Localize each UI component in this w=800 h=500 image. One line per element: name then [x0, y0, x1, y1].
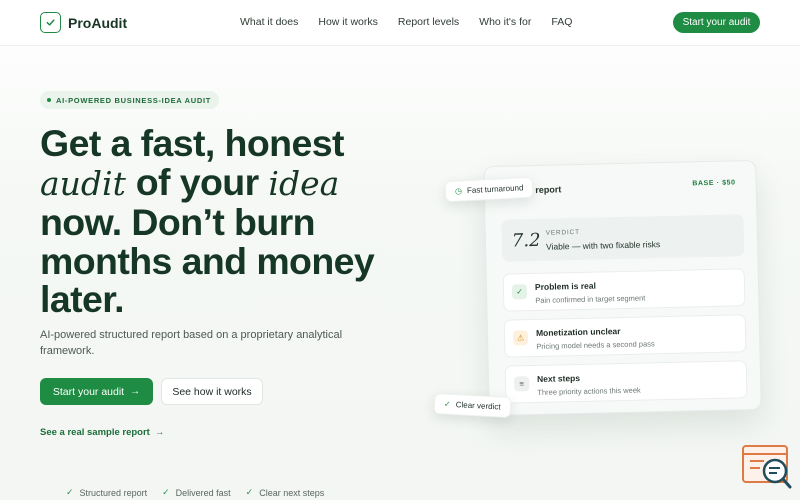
feature-list: ✓ Structured report ✓ Delivered fast ✓ Clea…: [66, 487, 339, 498]
main-nav: What it does How it works Report levels …: [240, 16, 592, 28]
clock-icon: ◷: [454, 186, 463, 196]
feature-item: ✓ Clear next steps: [246, 487, 325, 498]
check-icon: ✓: [245, 487, 254, 497]
headline-of-your: of your: [125, 160, 269, 203]
feature-item: ✓ Structured report: [66, 487, 147, 498]
verdict-text: Viable — with two fixable risks: [545, 239, 661, 252]
feature-label: Delivered fast: [175, 487, 231, 498]
hero-subtext: AI-powered structured report based on a …: [40, 329, 343, 357]
sample-report-link[interactable]: See a real sample report →: [40, 427, 164, 438]
hero-badge: AI-POWERED BUSINESS-IDEA AUDIT: [40, 91, 220, 109]
verdict-label: VERDICT: [545, 228, 580, 237]
see-how-it-works-button[interactable]: See how it works: [161, 378, 263, 405]
check-icon: ✓: [162, 487, 170, 497]
report-item-subtitle: Pain confirmed in target segment: [535, 293, 646, 305]
start-audit-button[interactable]: Start your audit →: [40, 378, 153, 405]
nav-how-it-works[interactable]: How it works: [318, 16, 378, 28]
header-start-audit-button[interactable]: Start your audit: [673, 12, 760, 33]
feature-item: ✓ Delivered fast: [162, 487, 231, 498]
report-item-monetization: ⚠ Monetization unclear Pricing model nee…: [503, 314, 747, 358]
brand-name: ProAudit: [68, 14, 128, 31]
start-audit-label: Start your audit: [52, 385, 125, 398]
report-item-problem: ✓ Problem is real Pain confirmed in targ…: [502, 268, 746, 312]
list-icon: ≡: [513, 376, 530, 392]
warning-icon: ⚠: [512, 330, 529, 346]
nav-what-it-does[interactable]: What it does: [240, 16, 298, 28]
report-item-subtitle: Three priority actions this week: [537, 385, 641, 397]
headline-line-5: later.: [40, 278, 125, 320]
arrow-right-icon: →: [130, 386, 141, 397]
feature-label: Clear next steps: [259, 487, 325, 498]
nav-report-levels[interactable]: Report levels: [398, 16, 459, 28]
headline-line-3: now. Don’t burn: [40, 201, 316, 243]
report-price-tag: BASE · $50: [692, 179, 736, 188]
sample-report-card: t report BASE · $50 7.2 VERDICT Viable —…: [483, 159, 762, 417]
pill-label: Clear verdict: [455, 400, 501, 412]
headline-line-4: months and money: [40, 239, 375, 282]
check-icon: ✓: [511, 284, 528, 300]
sample-report-label: See a real sample report: [40, 427, 150, 438]
verdict-score: 7.2: [511, 229, 541, 252]
chat-widget-icon[interactable]: [742, 444, 792, 490]
report-item-subtitle: Pricing model needs a second pass: [536, 339, 655, 351]
top-navigation-bar: ProAudit What it does How it works Repor…: [0, 0, 800, 46]
arrow-right-icon: →: [154, 427, 165, 438]
check-icon: ✓: [66, 487, 74, 497]
hero-headline: Get a fast, honest audit of your idea no…: [40, 124, 440, 319]
report-item-next-steps: ≡ Next steps Three priority actions this…: [504, 360, 748, 404]
brand-logo[interactable]: ProAudit: [40, 12, 127, 33]
feature-label: Structured report: [79, 487, 148, 498]
check-icon: ✓: [443, 399, 451, 409]
headline-italic-idea: idea: [268, 163, 340, 203]
report-card-title: t report: [529, 184, 562, 196]
nav-who-its-for[interactable]: Who it's for: [479, 16, 531, 28]
logo-check-icon: [40, 12, 61, 33]
report-item-title: Monetization unclear: [535, 326, 621, 338]
headline-italic-audit: audit: [40, 163, 126, 203]
nav-faq[interactable]: FAQ: [551, 16, 572, 28]
report-item-title: Next steps: [536, 372, 581, 384]
clear-verdict-pill: ✓ Clear verdict: [433, 393, 512, 418]
headline-line-1: Get a fast, honest: [40, 122, 344, 164]
pill-label: Fast turnaround: [466, 183, 524, 196]
verdict-panel: 7.2 VERDICT Viable — with two fixable ri…: [501, 214, 745, 262]
report-item-title: Problem is real: [534, 280, 597, 292]
